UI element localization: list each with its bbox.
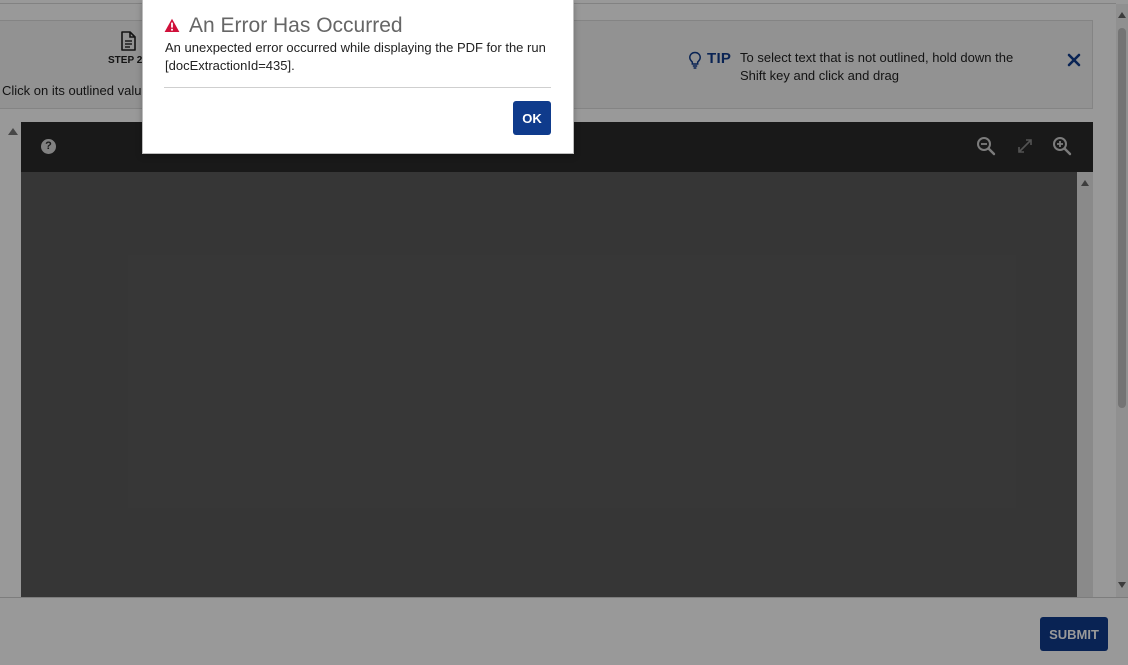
- error-dialog: An Error Has Occurred An unexpected erro…: [142, 0, 574, 154]
- warning-icon: [164, 18, 180, 32]
- ok-button[interactable]: OK: [513, 101, 551, 135]
- dialog-title: An Error Has Occurred: [189, 14, 403, 37]
- dialog-divider: [164, 87, 551, 88]
- dialog-message: An unexpected error occurred while displ…: [165, 40, 546, 73]
